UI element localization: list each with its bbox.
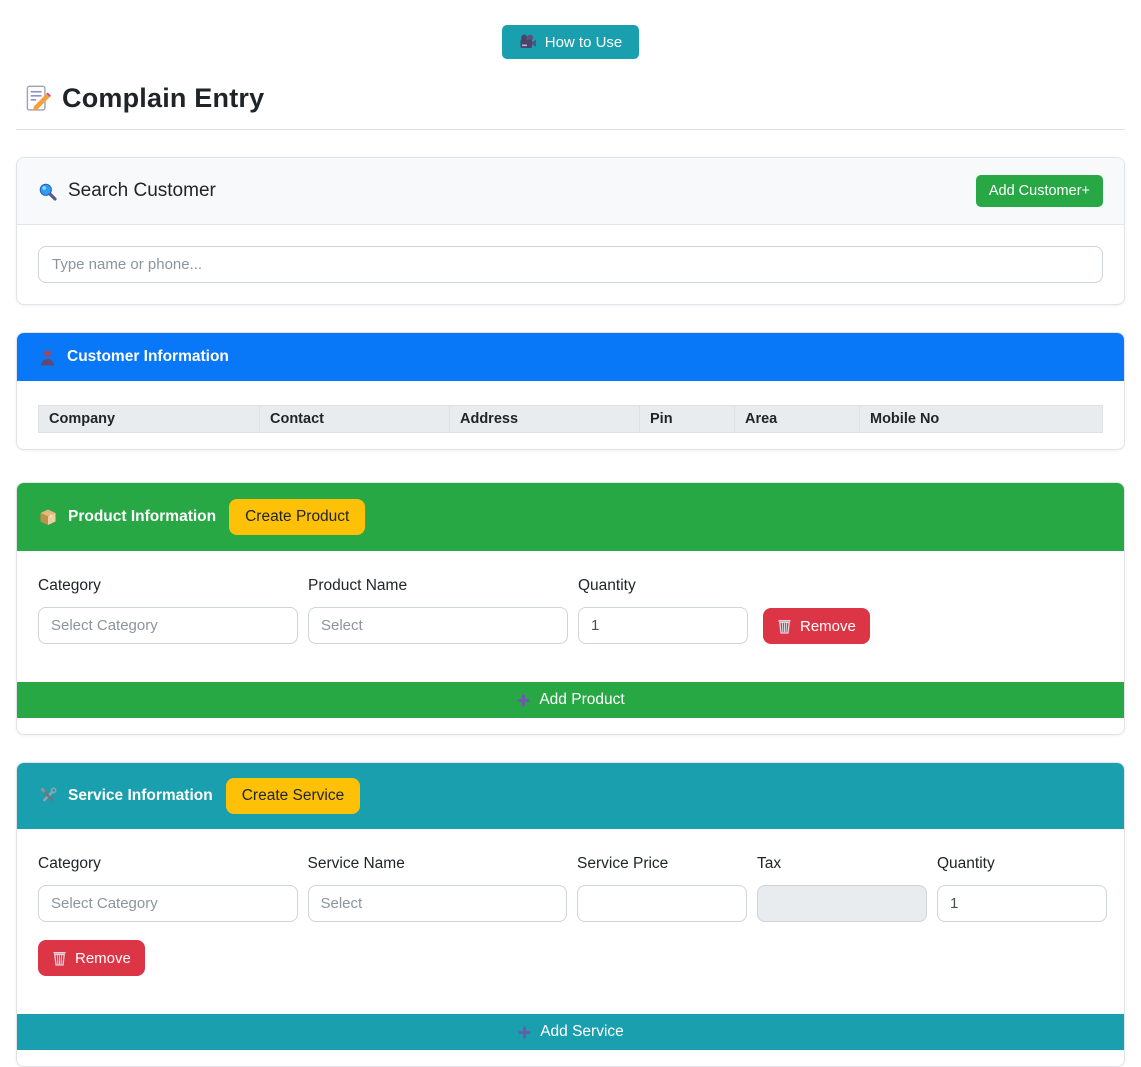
person-icon [39,349,56,366]
create-service-button[interactable]: Create Service [226,778,361,814]
service-quantity-label: Quantity [937,855,1107,873]
service-remove-row: Remove [38,940,1107,976]
add-customer-button[interactable]: Add Customer+ [976,175,1103,207]
page-title-row: Complain Entry [16,83,1125,130]
product-card-footer [17,718,1124,734]
product-info-card: Product Information Create Product Categ… [16,482,1125,735]
customer-search-input[interactable] [38,246,1103,283]
service-name-label: Service Name [308,855,568,873]
service-category-label: Category [38,855,298,873]
service-price-label: Service Price [577,855,747,873]
search-customer-title: Search Customer [68,180,216,202]
wastebasket-icon [52,950,67,966]
remove-service-label: Remove [75,950,131,967]
product-quantity-input[interactable] [578,607,748,644]
page-title: Complain Entry [62,83,264,114]
service-info-card: Service Information Create Service Categ… [16,762,1125,1067]
service-info-title: Service Information [68,787,213,805]
how-to-use-button[interactable]: How to Use [502,25,640,59]
customer-info-card: Customer Information Company Contact Add… [16,332,1125,450]
customer-table: Company Contact Address Pin Area Mobile … [38,405,1103,433]
service-quantity-input[interactable] [937,885,1107,922]
service-tax-input [757,885,927,922]
add-product-button[interactable]: Add Product [17,682,1124,718]
product-quantity-label: Quantity [578,577,748,595]
remove-service-button[interactable]: Remove [38,940,145,976]
product-row: Category Product Name Quantity [38,577,1107,644]
add-service-button[interactable]: Add Service [17,1014,1124,1050]
column-header-company: Company [39,406,260,433]
product-name-label: Product Name [308,577,568,595]
column-header-pin: Pin [640,406,735,433]
customer-table-wrap: Company Contact Address Pin Area Mobile … [17,381,1124,449]
movie-camera-icon [519,33,537,51]
search-customer-header: Search Customer Add Customer+ [17,158,1124,225]
remove-product-label: Remove [800,618,856,635]
search-customer-body [17,225,1124,304]
add-product-label: Add Product [539,691,624,709]
service-fields-body: Category Service Name Service Price Tax … [17,829,1124,1014]
service-name-select[interactable] [308,885,568,922]
service-category-select[interactable] [38,885,298,922]
customer-info-header: Customer Information [17,333,1124,381]
service-tax-label: Tax [757,855,927,873]
column-header-contact: Contact [260,406,450,433]
search-icon [38,182,57,201]
wastebasket-icon [777,618,792,634]
column-header-area: Area [735,406,860,433]
topbar: How to Use [0,0,1141,59]
memo-pencil-icon [24,85,51,112]
remove-product-button[interactable]: Remove [763,608,870,644]
product-category-label: Category [38,577,298,595]
column-header-mobile: Mobile No [860,406,1103,433]
column-header-address: Address [450,406,640,433]
product-category-select[interactable] [38,607,298,644]
how-to-use-label: How to Use [545,34,623,51]
hammer-and-wrench-icon [39,787,57,805]
product-info-header: Product Information Create Product [17,483,1124,551]
service-row: Category Service Name Service Price Tax … [38,855,1107,922]
plus-icon [517,1025,532,1040]
add-service-label: Add Service [540,1023,624,1041]
customer-table-header-row: Company Contact Address Pin Area Mobile … [39,406,1103,433]
product-info-title: Product Information [68,508,216,526]
service-card-footer [17,1050,1124,1066]
service-price-input[interactable] [577,885,747,922]
package-icon [39,508,57,526]
product-name-select[interactable] [308,607,568,644]
plus-icon [516,693,531,708]
page-container: Complain Entry Search Customer Add Custo… [0,83,1141,1067]
search-customer-card: Search Customer Add Customer+ [16,157,1125,305]
product-fields-body: Category Product Name Quantity [17,551,1124,682]
create-product-button[interactable]: Create Product [229,499,365,535]
service-info-header: Service Information Create Service [17,763,1124,829]
customer-info-title: Customer Information [67,348,229,366]
